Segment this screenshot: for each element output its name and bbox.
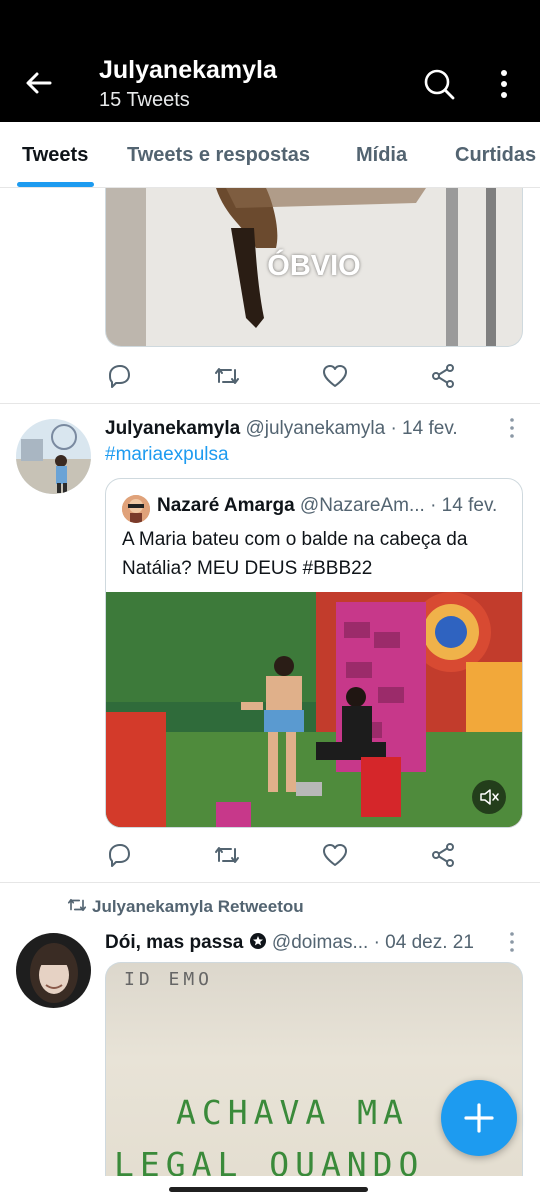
mute-button[interactable] xyxy=(472,780,506,814)
tweet-header: Dói, mas passa @doimas... · 04 dez. 21 xyxy=(105,932,474,954)
hashtag-link[interactable]: #mariaexpulsa xyxy=(105,444,229,466)
tab-midia[interactable]: Mídia xyxy=(356,144,407,167)
tweet-divider xyxy=(0,403,540,404)
tab-tweets-e-respostas[interactable]: Tweets e respostas xyxy=(127,144,310,167)
tweet-divider xyxy=(0,882,540,883)
author-handle: @julyanekamyla xyxy=(245,418,386,439)
more-vertical-icon[interactable] xyxy=(506,417,518,439)
quote-avatar xyxy=(122,495,150,523)
retweet-context: Julyanekamyla Retweetou xyxy=(66,896,304,919)
like-icon[interactable] xyxy=(321,841,349,869)
share-icon[interactable] xyxy=(429,841,457,869)
retweet-icon[interactable] xyxy=(213,841,241,869)
active-tab-indicator xyxy=(17,182,94,187)
tweet-image[interactable]: ÓBVIO xyxy=(105,188,523,347)
volume-muted-icon xyxy=(480,789,499,805)
status-bar xyxy=(0,0,540,44)
quote-header: Nazaré Amarga @NazareAm... · 14 fev. xyxy=(157,495,497,517)
profile-tabs: Tweets Tweets e respostas Mídia Curtidas xyxy=(0,122,540,188)
like-icon[interactable] xyxy=(321,362,349,390)
quote-date: · 14 fev. xyxy=(430,495,498,516)
quote-video[interactable] xyxy=(106,592,522,827)
tweet-actions xyxy=(105,841,465,871)
video-thumbnail xyxy=(106,592,522,827)
more-vertical-icon[interactable] xyxy=(506,931,518,953)
more-vertical-icon[interactable] xyxy=(492,67,516,101)
tweet-actions xyxy=(105,362,465,392)
tab-curtidas[interactable]: Curtidas xyxy=(455,144,536,167)
compose-tweet-button[interactable] xyxy=(441,1080,517,1156)
tweet-count: 15 Tweets xyxy=(99,89,190,111)
reply-icon[interactable] xyxy=(105,841,133,869)
home-indicator[interactable] xyxy=(169,1187,368,1192)
search-icon[interactable] xyxy=(422,67,456,101)
tweet-header: Julyanekamyla @julyanekamyla · 14 fev. xyxy=(105,418,458,440)
image-text-top: ID EMO xyxy=(124,969,214,990)
quote-author-handle: @NazareAm... xyxy=(299,495,425,516)
arrow-left-icon[interactable] xyxy=(22,66,56,100)
share-icon[interactable] xyxy=(429,362,457,390)
tab-tweets[interactable]: Tweets xyxy=(22,144,88,167)
retweet-context-label: Julyanekamyla Retweetou xyxy=(92,896,304,916)
author-name[interactable]: Dói, mas passa xyxy=(105,932,243,953)
image-text-line1: ACHAVA MA xyxy=(176,1093,409,1132)
avatar-photo xyxy=(16,419,91,494)
tweet-date: · 04 dez. 21 xyxy=(373,932,474,953)
quoted-tweet[interactable]: Nazaré Amarga @NazareAm... · 14 fev. A M… xyxy=(105,478,523,828)
avatar-photo xyxy=(16,933,91,1008)
tweet-date: · 14 fev. xyxy=(390,418,458,439)
profile-header: Julyanekamyla 15 Tweets xyxy=(0,44,540,122)
quote-author-name: Nazaré Amarga xyxy=(157,495,295,516)
author-name[interactable]: Julyanekamyla xyxy=(105,418,240,439)
reply-icon[interactable] xyxy=(105,362,133,390)
avatar[interactable] xyxy=(16,419,91,494)
verified-badge-icon xyxy=(249,933,266,949)
image-caption: ÓBVIO xyxy=(267,250,361,282)
retweet-icon xyxy=(67,898,87,912)
profile-name: Julyanekamyla xyxy=(99,56,277,84)
plus-icon xyxy=(464,1103,494,1133)
author-handle: @doimas... xyxy=(271,932,369,953)
retweet-icon[interactable] xyxy=(213,362,241,390)
avatar[interactable] xyxy=(16,933,91,1008)
quote-text: A Maria bateu com o balde na cabeça da N… xyxy=(122,529,468,579)
